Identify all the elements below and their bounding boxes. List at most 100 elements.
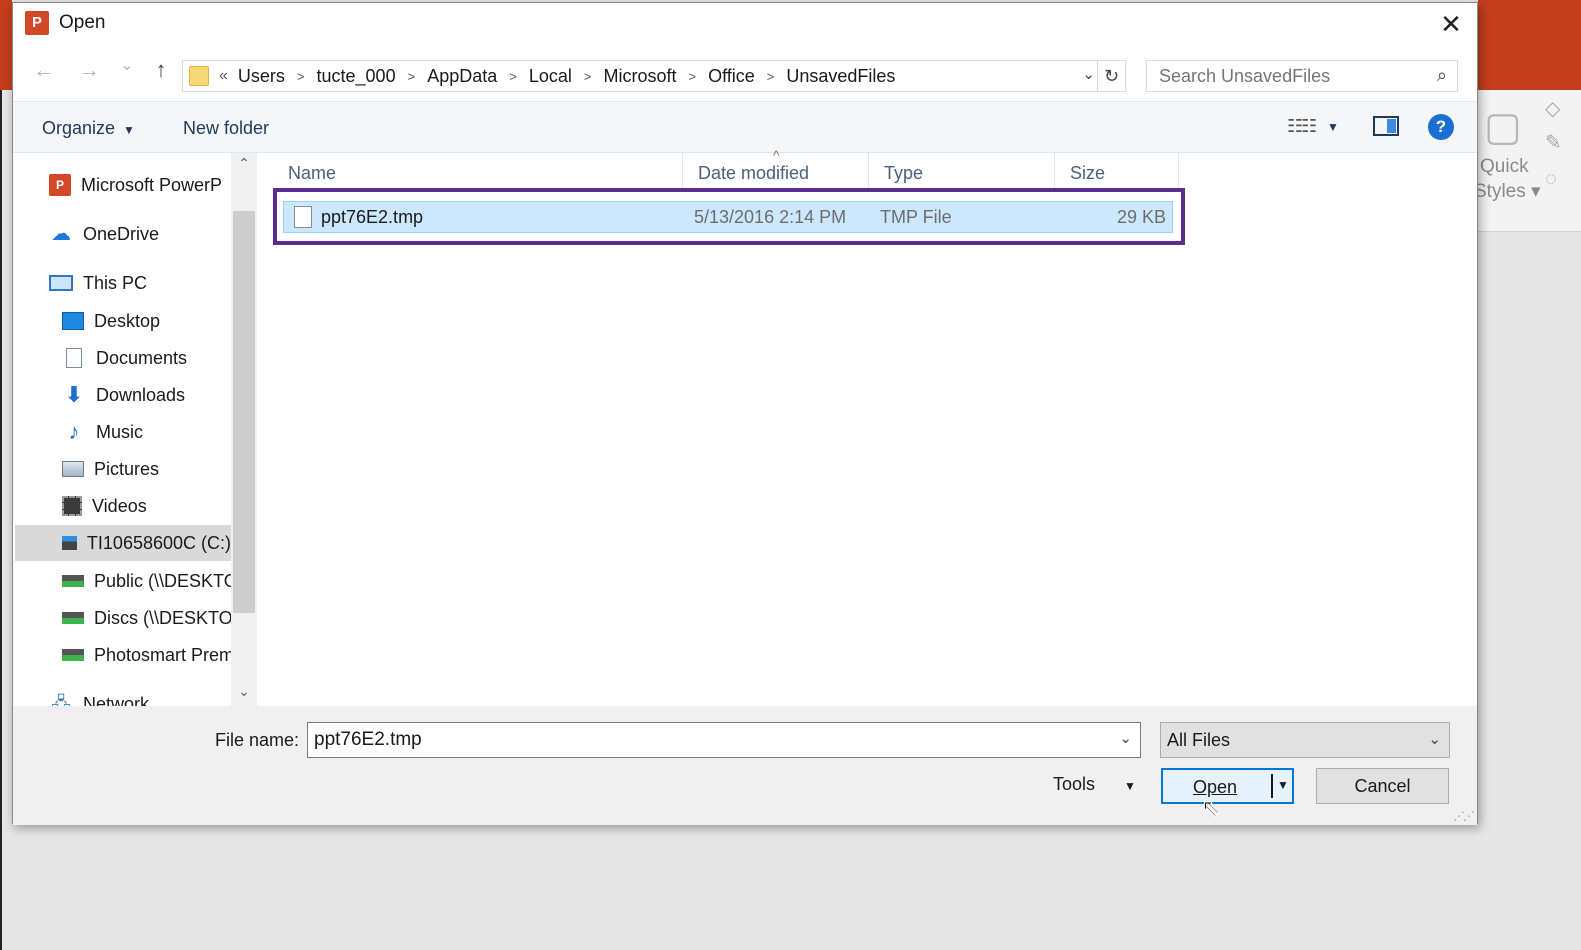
file-name-label: File name:	[215, 730, 300, 750]
cancel-button[interactable]: Cancel	[1316, 768, 1449, 804]
nav-item-this-pc[interactable]: This PC	[49, 265, 147, 301]
view-options-button[interactable]: ☷☷	[1287, 116, 1317, 137]
documents-icon	[66, 348, 82, 368]
new-folder-button[interactable]: New folder	[183, 118, 269, 139]
chevron-right-icon[interactable]: >	[767, 69, 775, 84]
chevron-right-icon[interactable]: >	[509, 69, 517, 84]
file-type-value: All Files	[1167, 730, 1231, 750]
address-history-dropdown[interactable]: ⌄	[1082, 65, 1095, 83]
breadcrumb-local[interactable]: Local	[529, 66, 572, 87]
caret-down-icon: ▼	[1327, 120, 1339, 134]
nav-item-music[interactable]: ♪ Music	[62, 414, 144, 450]
nav-item-label: Pictures	[94, 458, 160, 479]
nav-item-desktop[interactable]: Desktop	[62, 303, 160, 339]
breadcrumb-unsavedfiles[interactable]: UnsavedFiles	[786, 66, 895, 87]
selected-file-highlight	[273, 188, 1185, 245]
quick-styles-icon[interactable]: ▢	[1484, 104, 1522, 150]
refresh-button[interactable]: ↻	[1097, 61, 1125, 91]
scroll-down-button[interactable]: ⌄	[231, 683, 257, 700]
open-button[interactable]: Open ▼	[1161, 768, 1294, 804]
tools-button[interactable]: Tools	[1053, 774, 1095, 795]
file-name-dropdown[interactable]: ⌄	[1119, 729, 1132, 747]
back-button[interactable]: ←	[29, 57, 59, 83]
nav-item-documents[interactable]: Documents	[62, 340, 187, 376]
dialog-title-bar: P Open ✕	[13, 3, 1477, 45]
chevron-down-icon: ⌄	[1428, 731, 1441, 748]
nav-item-network[interactable]: 🖧 Network	[49, 686, 149, 707]
chevron-right-icon[interactable]: >	[297, 69, 305, 84]
breadcrumb-microsoft[interactable]: Microsoft	[603, 66, 676, 87]
videos-icon	[62, 496, 82, 516]
shape-fill-icon[interactable]: ◇	[1545, 96, 1560, 121]
breadcrumb-overflow-button[interactable]: «	[219, 67, 228, 85]
arrow-right-icon: →	[78, 57, 100, 82]
forward-button[interactable]: →	[74, 57, 104, 83]
open-options-dropdown[interactable]: ▼	[1277, 778, 1289, 792]
search-box[interactable]: ⌕	[1146, 60, 1458, 92]
breadcrumb-office[interactable]: Office	[708, 66, 755, 87]
view-options-dropdown[interactable]: ▼	[1327, 120, 1339, 134]
navigation-bar: ← → ⌄ ↑ « Users > tucte_000 > AppData > …	[13, 49, 1477, 99]
nav-item-label: Discs (\\DESKTO	[94, 607, 233, 628]
column-header-type[interactable]: Type	[869, 153, 1055, 189]
navigation-pane: P Microsoft PowerP ☁ OneDrive This PC De…	[13, 153, 257, 706]
nav-item-public[interactable]: Public (\\DESKTO	[62, 563, 238, 599]
chevron-down-icon: ⌄	[238, 683, 250, 699]
organize-button[interactable]: Organize ▼	[42, 118, 135, 139]
preview-pane-button[interactable]	[1373, 116, 1399, 136]
nav-item-downloads[interactable]: ⬇ Downloads	[62, 377, 185, 413]
nav-item-videos[interactable]: Videos	[62, 488, 147, 524]
nav-item-label: OneDrive	[83, 223, 160, 244]
breadcrumb-user-folder[interactable]: tucte_000	[317, 66, 396, 87]
arrow-left-icon: ←	[33, 57, 55, 82]
close-button[interactable]: ✕	[1431, 5, 1471, 43]
tools-dropdown[interactable]: ▼	[1124, 779, 1136, 793]
drive-icon	[62, 536, 77, 550]
nav-item-powerpoint[interactable]: P Microsoft PowerP	[49, 167, 222, 203]
caret-down-icon: ▼	[1124, 779, 1136, 793]
nav-item-onedrive[interactable]: ☁ OneDrive	[49, 216, 159, 252]
nav-item-label: Public (\\DESKTO	[94, 570, 238, 591]
nav-scrollbar-thumb[interactable]	[233, 211, 255, 613]
resize-grip-icon[interactable]: ⋰⋰	[1453, 809, 1475, 823]
shape-outline-icon[interactable]: ✎	[1545, 130, 1562, 155]
nav-item-photosmart[interactable]: Photosmart Prem	[62, 637, 234, 673]
help-button[interactable]: ?	[1428, 114, 1454, 140]
breadcrumb-appdata[interactable]: AppData	[427, 66, 497, 87]
download-icon: ⬇	[64, 382, 84, 407]
column-header-date-modified[interactable]: Date modified	[683, 153, 869, 189]
scroll-up-button[interactable]: ⌃	[231, 155, 257, 172]
chevron-right-icon[interactable]: >	[408, 69, 416, 84]
search-input[interactable]	[1147, 61, 1417, 91]
cloud-icon: ☁	[51, 223, 71, 245]
chevron-right-icon[interactable]: >	[688, 69, 696, 84]
nav-item-label: Music	[96, 421, 144, 442]
caret-down-icon: ▼	[123, 123, 135, 137]
nav-item-discs[interactable]: Discs (\\DESKTO	[62, 600, 233, 636]
chevron-down-icon: ⌄	[1119, 730, 1132, 747]
quick-styles-button[interactable]: Quick Styles ▾	[1474, 154, 1541, 204]
chevron-right-icon[interactable]: >	[584, 69, 592, 84]
address-bar[interactable]: « Users > tucte_000 > AppData > Local > …	[182, 60, 1126, 92]
recent-locations-button[interactable]: ⌄	[112, 55, 142, 75]
column-header-size[interactable]: Size	[1055, 153, 1179, 189]
mouse-cursor-icon: ⇖	[1200, 795, 1222, 823]
nav-item-label: Downloads	[96, 384, 186, 405]
nav-item-label: TI10658600C (C:)	[86, 532, 231, 553]
command-bar: Organize ▼ New folder ☷☷ ▼ ?	[13, 101, 1477, 153]
quick-styles-label-2: Styles ▾	[1474, 181, 1541, 202]
powerpoint-title-bar	[1478, 0, 1581, 90]
file-name-input[interactable]	[308, 723, 1098, 757]
nav-item-pictures[interactable]: Pictures	[62, 451, 159, 487]
open-split-divider	[1271, 774, 1273, 798]
file-type-select[interactable]: All Files ⌄	[1160, 722, 1450, 758]
up-button[interactable]: ↑	[146, 57, 176, 83]
help-icon: ?	[1435, 117, 1447, 136]
column-header-name[interactable]: Name	[273, 153, 683, 189]
shape-effects-icon[interactable]: ◌	[1545, 168, 1557, 191]
search-icon[interactable]: ⌕	[1437, 65, 1447, 86]
nav-item-c-drive[interactable]: TI10658600C (C:)	[15, 525, 231, 561]
file-name-combobox[interactable]: ⌄	[307, 722, 1141, 758]
network-drive-icon	[62, 575, 84, 587]
breadcrumb-users[interactable]: Users	[238, 66, 285, 87]
